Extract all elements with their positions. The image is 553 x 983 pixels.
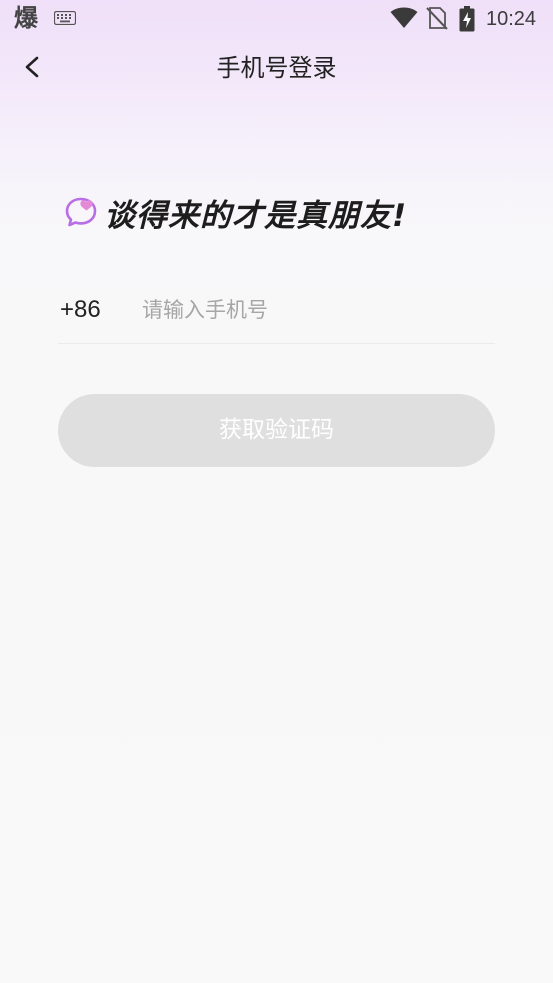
wifi-icon	[390, 7, 418, 28]
get-verification-code-button[interactable]: 获取验证码	[58, 394, 495, 467]
status-time: 10:24	[486, 8, 537, 30]
nav-bar: 手机号登录	[0, 40, 553, 96]
status-bar: 爆 10:24	[0, 0, 553, 38]
slogan-text: 谈得来的才是真朋友!	[104, 197, 408, 234]
slogan: 谈得来的才是真朋友!	[64, 190, 407, 234]
country-code[interactable]: +86	[60, 294, 101, 326]
phone-number-input[interactable]	[142, 290, 482, 330]
no-sim-icon	[426, 7, 448, 30]
chat-bubble-heart-icon	[65, 197, 97, 227]
phone-input-row: +86	[58, 280, 495, 344]
app-notification-icon: 爆	[14, 4, 38, 32]
page-title: 手机号登录	[216, 54, 337, 82]
keyboard-icon	[54, 11, 76, 25]
battery-charging-icon	[459, 6, 475, 32]
